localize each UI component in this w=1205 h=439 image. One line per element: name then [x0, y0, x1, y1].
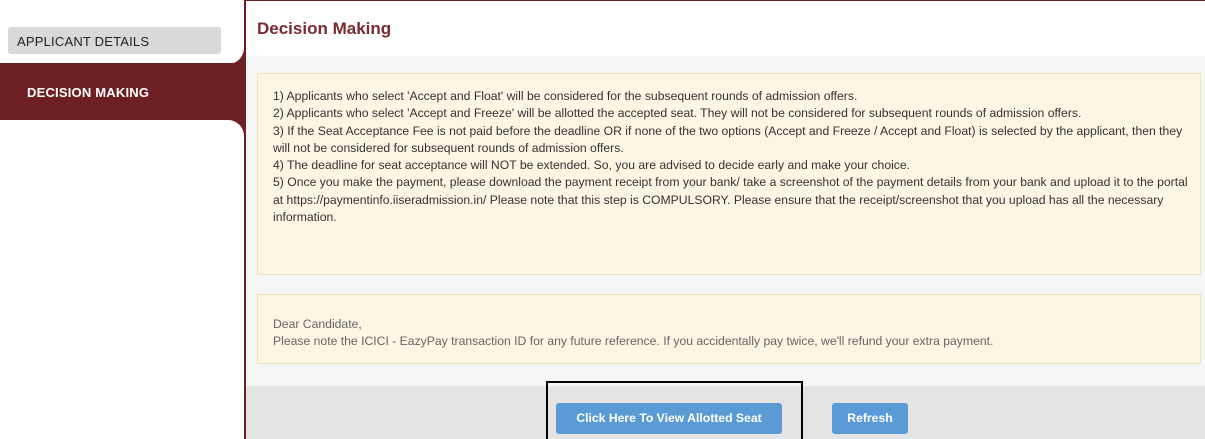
instruction-line: 1) Applicants who select 'Accept and Flo… — [273, 89, 858, 103]
refresh-button[interactable]: Refresh — [832, 403, 908, 434]
page: APPLICANT DETAILS DECISION MAKING Decisi… — [0, 0, 1205, 439]
instruction-line: 4) The deadline for seat acceptance will… — [273, 158, 911, 173]
sidebar: APPLICANT DETAILS DECISION MAKING — [0, 0, 244, 439]
view-allotted-seat-button[interactable]: Click Here To View Allotted Seat — [556, 403, 782, 434]
sidebar-notch-bottom — [226, 120, 244, 136]
main-panel: Decision Making 1) Applicants who select… — [246, 0, 1205, 439]
sidebar-item-decision-making[interactable]: DECISION MAKING — [0, 63, 244, 120]
instruction-line: 2) Applicants who select 'Accept and Fre… — [273, 106, 1082, 121]
sidebar-item-label: APPLICANT DETAILS — [17, 34, 150, 49]
candidate-note: Dear Candidate, Please note the ICICI - … — [257, 294, 1201, 364]
sidebar-item-applicant-details[interactable]: APPLICANT DETAILS — [8, 27, 221, 54]
note-text: Please note the ICICI - EazyPay transact… — [273, 334, 994, 349]
page-title: Decision Making — [257, 19, 392, 38]
instruction-line: 5) Once you make the payment, please dow… — [273, 175, 1188, 225]
sidebar-item-label: DECISION MAKING — [27, 85, 150, 100]
note-greeting: Dear Candidate, — [273, 317, 362, 331]
sidebar-notch-top — [226, 48, 244, 64]
instructions-notice: 1) Applicants who select 'Accept and Flo… — [257, 73, 1201, 275]
instruction-line: 3) If the Seat Acceptance Fee is not pai… — [273, 123, 1183, 155]
